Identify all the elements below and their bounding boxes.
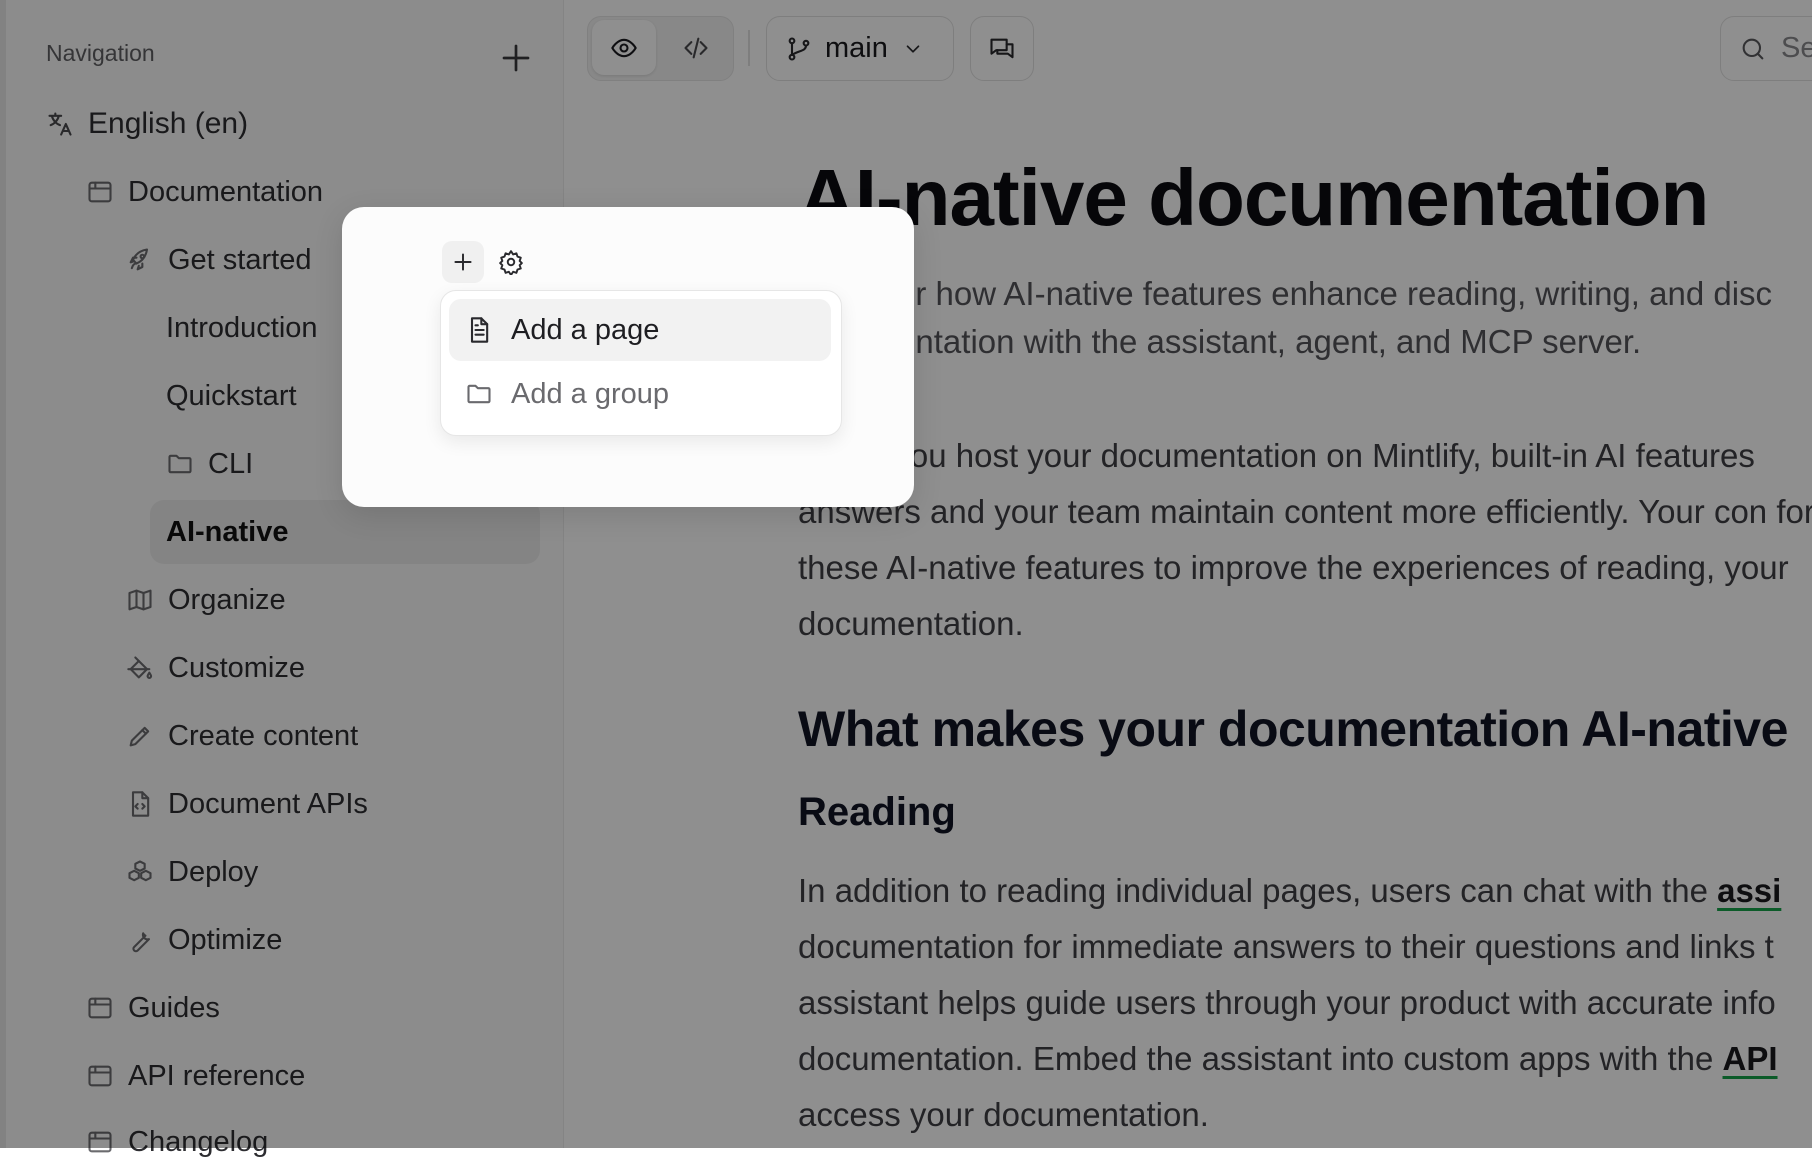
add-group-menu-item[interactable]: Add a group xyxy=(449,363,831,425)
plus-icon xyxy=(450,249,476,275)
add-item-button[interactable] xyxy=(442,241,484,283)
modal-overlay[interactable] xyxy=(0,0,1812,1148)
add-page-menu-item[interactable]: Add a page xyxy=(449,299,831,361)
file-text-icon xyxy=(465,316,493,344)
folder-icon xyxy=(465,380,493,408)
gear-icon xyxy=(498,249,524,275)
settings-button[interactable] xyxy=(490,241,532,283)
add-menu: Add a page Add a group xyxy=(440,290,842,436)
add-page-label: Add a page xyxy=(511,313,660,346)
add-group-label: Add a group xyxy=(511,377,670,410)
